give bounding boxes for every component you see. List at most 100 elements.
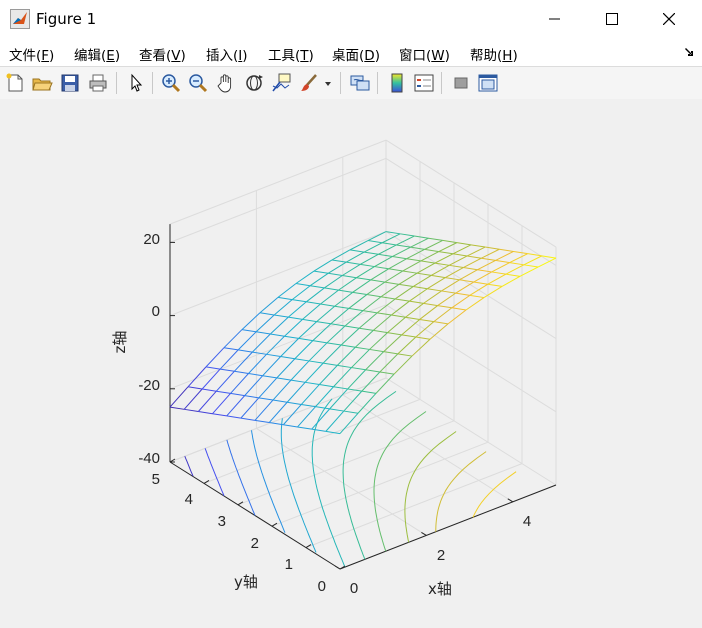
grid-line [169,157,387,243]
menu-edit[interactable]: 编辑(E) [74,44,120,64]
mesh-line [301,403,316,408]
mesh-line [455,292,470,296]
mesh-line [326,342,342,346]
close-button[interactable] [646,0,692,38]
figure-canvas[interactable]: 20 0 -20 -40 5 4 3 2 1 0 0 2 4 y轴 x轴 z轴 [0,99,702,628]
mesh-line [370,279,385,283]
mesh-line [284,319,303,337]
data-cursor-icon[interactable] [270,72,292,94]
mesh-line [316,305,335,322]
mesh-line [297,406,316,428]
mesh-line [360,263,375,268]
mesh-line [327,261,347,274]
mesh-line [365,351,385,371]
maximize-button[interactable] [589,0,635,38]
toolbar-separator [340,72,341,94]
mesh-line [244,375,264,396]
hide-plot-tools-icon[interactable] [450,72,472,94]
open-file-icon[interactable] [31,72,53,94]
mesh-line [215,370,235,392]
mesh-line [345,251,365,263]
y-tick-label: 4 [185,491,193,508]
new-figure-icon[interactable] [4,72,26,94]
menu-file[interactable]: 文件(F) [9,44,54,64]
mesh-line [205,347,225,368]
mesh-line [424,248,439,253]
mesh-line [463,267,478,271]
mesh-line [509,253,528,264]
mesh-line [309,272,329,287]
arrow-down-right-icon[interactable] [684,47,694,57]
mesh-line [270,333,285,337]
menu-insert[interactable]: 插入(I) [206,44,248,64]
close-icon [663,13,675,25]
rotate-3d-icon[interactable] [243,72,265,94]
mesh-line [295,283,311,287]
mesh-line [428,237,443,241]
z-axis-label: z轴 [111,331,129,354]
mesh-line [313,270,329,274]
mesh-line [347,369,367,390]
grid-line [385,377,557,486]
mesh-line [367,240,383,244]
mesh-line [255,314,275,333]
save-icon[interactable] [59,72,81,94]
mesh-line [272,379,292,401]
mesh-line [409,300,424,304]
mesh-line [328,272,343,276]
menu-bar: 文件(F) 编辑(E) 查看(V) 插入(I) 工具(T) 桌面(D) 窗口(W… [0,38,702,66]
menu-help[interactable]: 帮助(H) [470,44,518,64]
mesh-line [276,358,296,379]
mesh-line [306,287,325,303]
mesh-line [338,277,357,291]
mesh-line [481,248,500,259]
mesh-line [367,231,387,241]
mesh-line [401,334,416,338]
mesh-line [433,307,453,323]
mesh-line [483,286,503,298]
brush-icon[interactable] [298,72,320,94]
chevron-down-icon[interactable] [322,72,334,94]
menu-window[interactable]: 窗口(W) [399,44,450,64]
mesh-line [365,369,380,373]
mesh-line [337,364,352,369]
menu-tools[interactable]: 工具(T) [268,44,314,64]
surface-plot[interactable]: 20 0 -20 -40 5 4 3 2 1 0 0 2 4 y轴 x轴 z轴 [0,99,702,628]
toolbar-separator [152,72,153,94]
show-plot-tools-icon[interactable] [477,72,499,94]
pan-icon[interactable] [215,72,237,94]
edit-plot-icon[interactable] [125,72,147,94]
mesh-line [258,397,274,401]
menu-view[interactable]: 查看(V) [139,44,186,64]
grid-line [305,463,523,549]
mesh-line [470,244,486,248]
contour-line [311,398,346,568]
menu-desktop[interactable]: 桌面(D) [332,44,380,64]
mesh-line [342,263,361,276]
print-icon[interactable] [87,72,109,94]
mesh-line [361,390,377,394]
mesh-line [414,235,429,239]
contour-line [184,456,194,477]
mesh-line [448,255,468,266]
legend-icon[interactable] [413,72,435,94]
mesh-line [169,406,185,410]
link-plot-icon[interactable] [349,72,371,94]
grid-line [169,231,387,317]
mesh-line [331,259,347,263]
mesh-line [226,395,246,417]
zoom-out-icon[interactable] [187,72,209,94]
mesh-line [378,253,393,257]
mesh-line [334,291,353,307]
mesh-line [292,299,307,303]
mesh-line [406,258,421,262]
y-tick-label: 1 [285,556,293,573]
mesh-line [351,349,370,368]
zoom-in-icon[interactable] [160,72,182,94]
colorbar-icon[interactable] [386,72,408,94]
grid-line [385,304,557,413]
minimize-button[interactable] [532,0,578,38]
mesh-line [505,264,525,275]
mesh-line [223,347,239,351]
mesh-line [473,281,488,285]
